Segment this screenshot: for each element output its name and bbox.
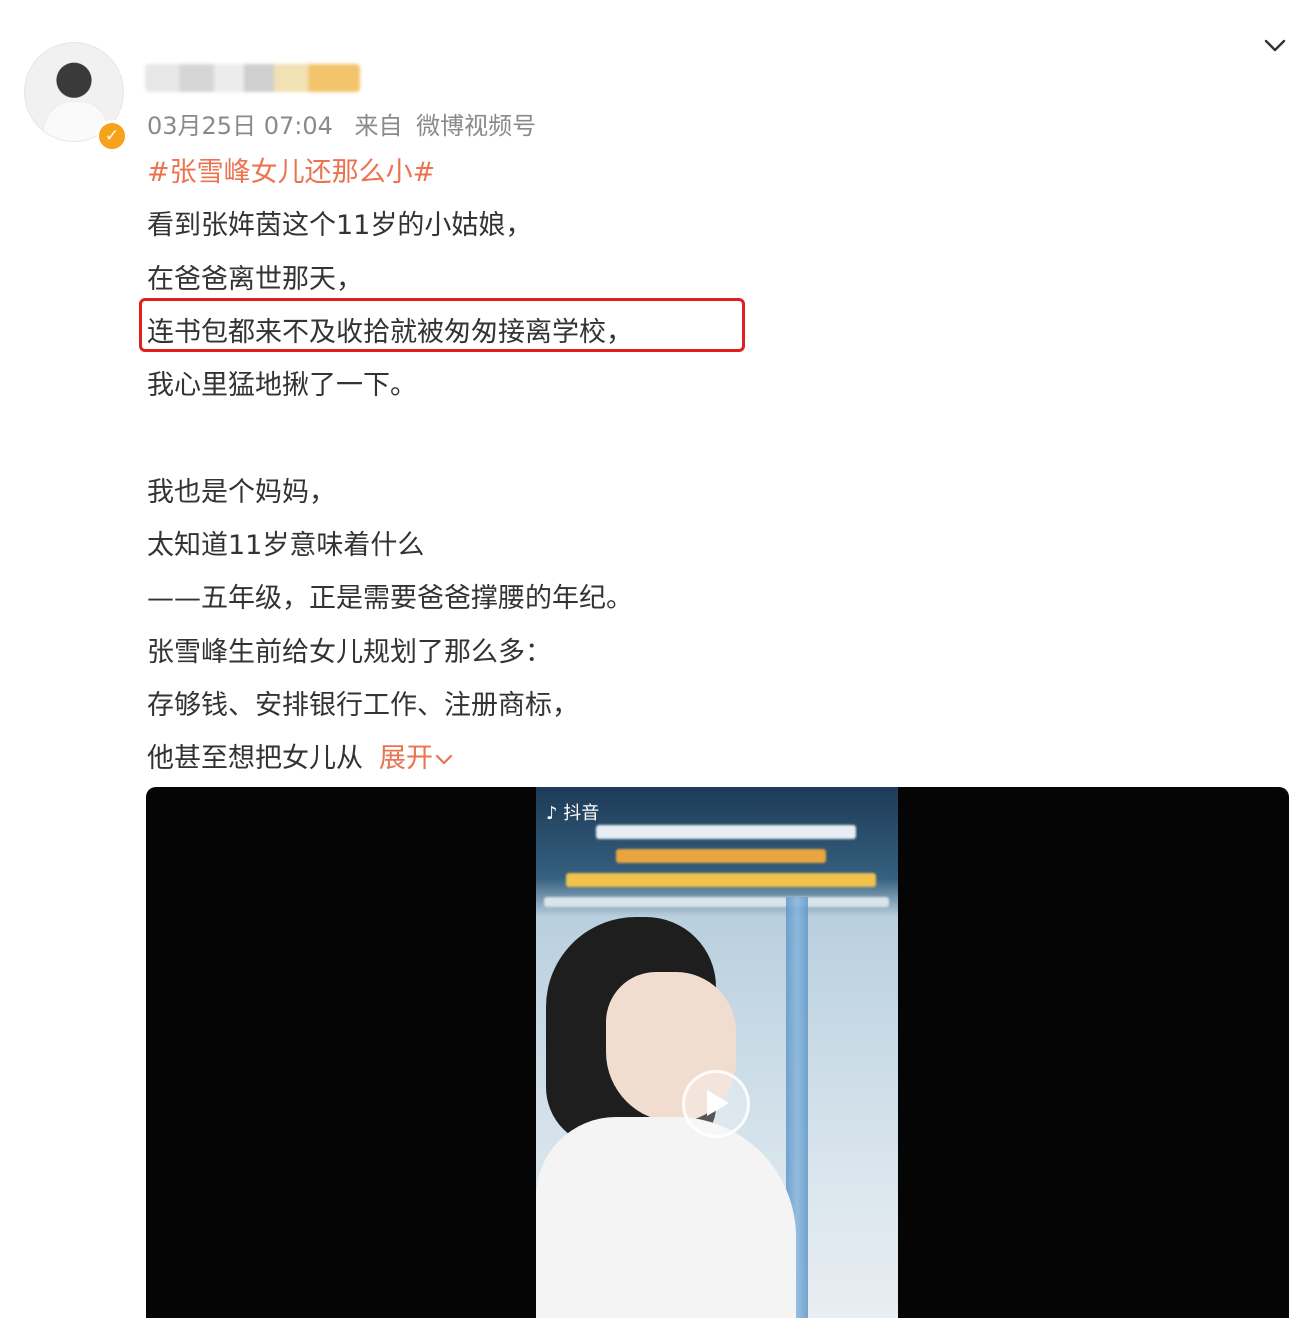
expand-label: 展开 [379,743,433,775]
platform-logo: ♪ 抖音 [546,803,600,824]
post-date[interactable]: 03月25日 07:04 [147,112,333,140]
play-icon [707,1090,729,1116]
post-line: 我也是个妈妈， [147,476,336,508]
post-line: 我心里猛地揪了一下。 [147,370,417,402]
post-meta: 03月25日 07:04 来自 微博视频号 [147,106,550,141]
verified-badge-icon: ✓ [96,120,128,152]
post-line-blank [147,412,1247,465]
post-line: 张雪峰生前给女儿规划了那么多： [147,636,552,668]
username-blurred[interactable] [145,64,360,92]
caption-line [566,873,876,887]
hashtag-link[interactable]: #张雪峰女儿还那么小# [147,157,435,188]
post-body: #张雪峰女儿还那么小# 看到张姩茵这个11岁的小姑娘， 在爸爸离世那天， 连书包… [147,146,1247,786]
video-player[interactable]: ♪ 抖音 [146,787,1289,1318]
post-line: 存够钱、安排银行工作、注册商标， [147,689,579,721]
caption-line [596,825,856,839]
caption-line [616,849,826,863]
post-source-prefix: 来自 [354,112,403,140]
play-button[interactable] [682,1070,750,1138]
platform-label: 抖音 [563,803,600,824]
post-line-last: 他甚至想把女儿从 展开 [147,732,1247,785]
chevron-down-icon[interactable] [1264,38,1286,54]
post-line: 太知道11岁意味着什么 [147,530,425,562]
hashtag-line: #张雪峰女儿还那么小# [147,146,1247,199]
post-source[interactable]: 微博视频号 [416,112,536,140]
chevron-down-icon [435,754,453,764]
video-caption-overlay: ♪ 抖音 [536,787,898,917]
red-highlight-box [139,298,745,352]
post-line: 看到张姩茵这个11岁的小姑娘， [147,210,533,242]
caption-line [544,897,889,907]
expand-link[interactable]: 展开 [379,743,453,774]
video-thumbnail: ♪ 抖音 [536,787,898,1318]
thumbnail-figure-body [536,1117,796,1318]
post-line-text: 他甚至想把女儿从 [147,743,363,775]
post-line: ——五年级，正是需要爸爸撑腰的年纪。 [147,583,633,615]
